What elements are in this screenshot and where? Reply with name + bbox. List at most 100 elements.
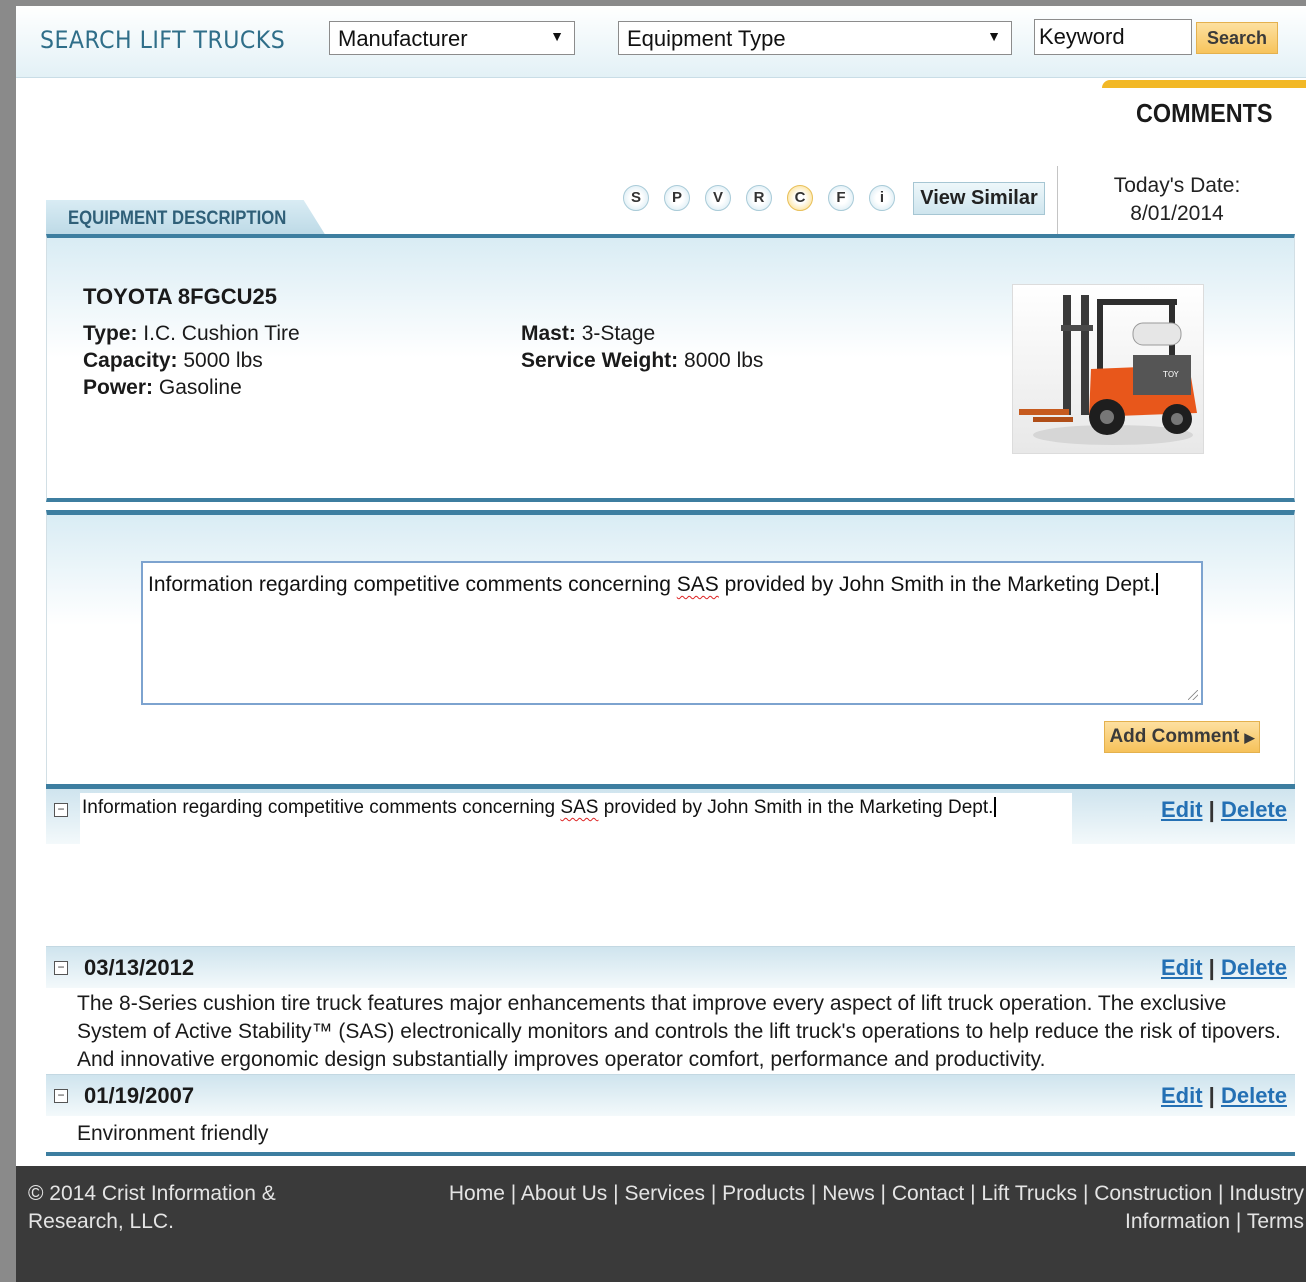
spec-capacity: Capacity: 5000 lbs — [83, 349, 263, 373]
footer-separator: | — [1082, 1182, 1089, 1205]
footer: © 2014 Crist Information & Research, LLC… — [16, 1166, 1306, 1282]
footer-separator: | — [880, 1182, 887, 1205]
spec-weight-label: Service Weight: — [521, 349, 679, 372]
footer-link-news[interactable]: News — [822, 1182, 875, 1205]
search-title: SEARCH LIFT TRUCKS — [40, 26, 286, 54]
text-caret — [1156, 573, 1159, 595]
action-separator: | — [1208, 797, 1215, 822]
comment-textarea[interactable]: Information regarding competitive commen… — [141, 561, 1203, 705]
action-separator: | — [1208, 1083, 1215, 1108]
dropdown-arrow-icon: ▼ — [550, 28, 564, 44]
footer-link-terms[interactable]: Terms — [1247, 1210, 1304, 1233]
footer-link-home[interactable]: Home — [449, 1182, 505, 1205]
edit-link[interactable]: Edit — [1161, 1083, 1203, 1108]
page: SEARCH LIFT TRUCKS Manufacturer ▼ Equipm… — [16, 6, 1306, 1282]
comment-text-misspelled: SAS — [676, 573, 719, 596]
manufacturer-select-value: Manufacturer — [338, 26, 468, 51]
comments-icon[interactable]: C — [787, 185, 813, 211]
comment-entry-body: The 8-Series cushion tire truck features… — [77, 992, 1281, 1071]
comment-entry-header: − Information regarding competitive comm… — [46, 784, 1295, 875]
footer-separator: | — [510, 1182, 517, 1205]
entry-text-part: provided by John Smith in the Marketing … — [598, 797, 994, 818]
page-title: COMMENTS — [1136, 98, 1273, 128]
search-button[interactable]: Search — [1196, 22, 1278, 54]
spec-type-label: Type: — [83, 322, 138, 345]
spec-power: Power: Gasoline — [83, 376, 242, 400]
footer-separator: | — [710, 1182, 717, 1205]
equipment-description-tab-label: EQUIPMENT DESCRIPTION — [68, 208, 287, 229]
footer-link-contact[interactable]: Contact — [892, 1182, 964, 1205]
view-similar-button[interactable]: View Similar — [913, 182, 1045, 215]
comment-text-part: provided by John Smith in the Marketing … — [718, 573, 1156, 596]
spec-type: Type: I.C. Cushion Tire — [83, 322, 300, 346]
forklift-image: TOY — [1012, 284, 1204, 454]
comment-entry-header: − 01/19/2007 Edit | Delete — [46, 1074, 1295, 1116]
delete-link[interactable]: Delete — [1221, 955, 1287, 980]
footer-separator: | — [1235, 1210, 1242, 1233]
text-caret — [994, 797, 997, 817]
svg-text:TOY: TOY — [1162, 370, 1179, 379]
spec-service-weight: Service Weight: 8000 lbs — [521, 349, 763, 373]
entry-text-misspelled: SAS — [560, 797, 599, 818]
spec-mast-label: Mast: — [521, 322, 576, 345]
footer-links: Home | About Us | Services | Products | … — [384, 1180, 1304, 1236]
comment-entry-body: Environment friendly — [77, 1122, 269, 1145]
date-divider — [1057, 166, 1058, 234]
dropdown-arrow-icon: ▼ — [987, 28, 1001, 44]
footer-link-construction[interactable]: Construction — [1094, 1182, 1212, 1205]
collapse-toggle-icon[interactable]: − — [54, 961, 68, 975]
footer-separator: | — [810, 1182, 817, 1205]
comment-entry-header: − 03/13/2012 Edit | Delete — [46, 946, 1295, 988]
forklift-icon: TOY — [1019, 295, 1197, 445]
entry-actions: Edit | Delete — [1161, 955, 1287, 981]
add-comment-button[interactable]: Add Comment ▶ — [1104, 721, 1260, 753]
entry-date: 01/19/2007 — [84, 1083, 195, 1108]
pricing-icon[interactable]: P — [664, 185, 690, 211]
footer-link-lift-trucks[interactable]: Lift Trucks — [981, 1182, 1077, 1205]
reports-icon[interactable]: R — [746, 185, 772, 211]
comment-text-part: Information regarding competitive commen… — [148, 573, 677, 596]
resize-handle-icon[interactable] — [1188, 690, 1198, 700]
equipment-type-select-value: Equipment Type — [627, 26, 786, 51]
edit-link[interactable]: Edit — [1161, 955, 1203, 980]
spec-power-value: Gasoline — [158, 376, 242, 399]
collapse-toggle-icon[interactable]: − — [54, 1089, 68, 1103]
entry-date: 03/13/2012 — [84, 955, 195, 980]
manufacturer-select[interactable]: Manufacturer ▼ — [329, 21, 575, 55]
todays-date-label: Today's Date: — [1113, 174, 1241, 197]
action-separator: | — [1208, 955, 1215, 980]
play-arrow-icon: ▶ — [1244, 730, 1255, 745]
footer-link-products[interactable]: Products — [722, 1182, 805, 1205]
footer-copyright: © 2014 Crist Information & Research, LLC… — [28, 1182, 276, 1233]
keyword-input[interactable]: Keyword — [1034, 19, 1192, 55]
entry-actions: Edit | Delete — [1161, 1083, 1287, 1109]
info-icon[interactable]: i — [869, 185, 895, 211]
equipment-panel: TOYOTA 8FGCU25 Type: I.C. Cushion Tire C… — [46, 234, 1295, 502]
spec-weight-value: 8000 lbs — [684, 349, 764, 372]
features-icon[interactable]: F — [828, 185, 854, 211]
footer-separator: | — [1217, 1182, 1224, 1205]
entry-text-part: Information regarding competitive commen… — [82, 797, 561, 818]
comment-entry-body — [46, 844, 1295, 944]
specs-icon[interactable]: S — [623, 185, 649, 211]
spec-capacity-value: 5000 lbs — [183, 349, 263, 372]
collapse-toggle-icon[interactable]: − — [54, 803, 68, 817]
footer-separator: | — [970, 1182, 976, 1205]
todays-date-value: 8/01/2014 — [1130, 202, 1224, 225]
spec-type-value: I.C. Cushion Tire — [143, 322, 300, 345]
equipment-name: TOYOTA 8FGCU25 — [83, 284, 277, 309]
spec-mast-value: 3-Stage — [581, 322, 656, 345]
spec-capacity-label: Capacity: — [83, 349, 178, 372]
entry-actions: Edit | Delete — [1161, 797, 1287, 823]
footer-separator: | — [613, 1182, 619, 1205]
footer-link-about[interactable]: About Us — [521, 1182, 607, 1205]
footer-link-services[interactable]: Services — [624, 1182, 705, 1205]
equipment-type-select[interactable]: Equipment Type ▼ — [618, 21, 1012, 55]
comment-form-panel: Information regarding competitive commen… — [46, 510, 1295, 790]
spec-mast: Mast: 3-Stage — [521, 322, 655, 346]
values-icon[interactable]: V — [705, 185, 731, 211]
add-comment-label: Add Comment — [1109, 726, 1240, 747]
delete-link[interactable]: Delete — [1221, 1083, 1287, 1108]
edit-link[interactable]: Edit — [1161, 797, 1203, 822]
delete-link[interactable]: Delete — [1221, 797, 1287, 822]
